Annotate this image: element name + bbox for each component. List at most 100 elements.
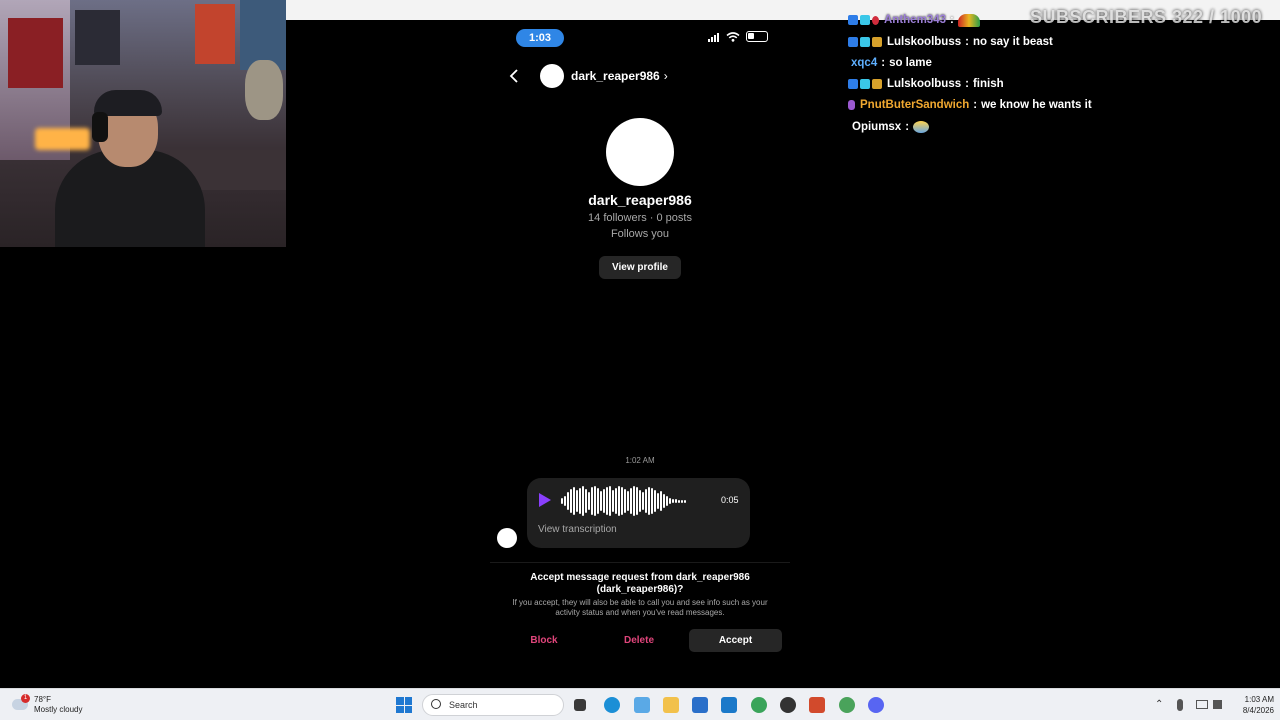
crown-badge-icon — [872, 79, 882, 89]
prime-badge-icon — [860, 37, 870, 47]
waveform-bar — [624, 489, 626, 513]
waveform-bar — [645, 489, 647, 513]
divider — [490, 562, 790, 563]
photos-icon[interactable] — [634, 697, 650, 713]
subscriber-goal: SUBSCRIBERS 322 / 1000 — [1030, 7, 1263, 27]
edge-icon[interactable] — [604, 697, 620, 713]
app-icon[interactable] — [809, 697, 825, 713]
webcam-poster — [8, 18, 63, 88]
waveform-bar — [675, 499, 677, 503]
audio-waveform[interactable] — [561, 486, 711, 516]
waveform-bar — [591, 487, 593, 515]
system-clock[interactable]: 1:03 AM 8/4/2026 — [1224, 694, 1274, 716]
crown-badge-icon — [872, 37, 882, 47]
chat-message: Lulskoolbuss : finish — [848, 75, 1004, 93]
accept-button[interactable]: Accept — [689, 629, 782, 652]
waveform-bar — [585, 489, 587, 513]
profile-avatar[interactable] — [606, 118, 674, 186]
profile-name: dark_reaper986 — [588, 192, 692, 208]
volume-icon[interactable] — [1213, 700, 1222, 709]
waveform-bar — [570, 489, 572, 513]
status-time: 1:03 — [516, 29, 564, 47]
outlook-icon[interactable] — [721, 697, 737, 713]
waveform-bar — [648, 487, 650, 515]
waveform-bar — [606, 487, 608, 515]
voice-duration: 0:05 — [721, 495, 739, 505]
waveform-bar — [594, 486, 596, 516]
view-profile-button[interactable]: View profile — [599, 256, 681, 279]
back-button[interactable] — [500, 62, 528, 90]
chat-separator: : — [950, 14, 954, 26]
header-avatar[interactable] — [540, 64, 564, 88]
request-actions: Block Delete Accept — [490, 629, 790, 652]
header-username[interactable]: dark_reaper986 — [571, 69, 660, 83]
chat-message: PnutButerSandwich : we know he wants it — [848, 96, 1092, 114]
chat-separator: : — [973, 99, 978, 111]
chat-message: xqc4 : so lame — [848, 54, 932, 72]
status-icons — [708, 31, 768, 42]
sender-avatar — [497, 528, 517, 548]
windows-start-icon[interactable] — [396, 697, 412, 713]
waveform-bar — [630, 488, 632, 514]
waveform-bar — [612, 490, 614, 512]
waveform-bar — [618, 486, 620, 516]
taskbar-search[interactable]: Search — [422, 694, 564, 716]
chrome-profile-icon[interactable] — [839, 697, 855, 713]
network-icon[interactable] — [1196, 700, 1208, 709]
discord-icon[interactable] — [868, 697, 884, 713]
waveform-bar — [609, 486, 611, 516]
chat-username: xqc4 — [851, 57, 878, 69]
obs-icon[interactable] — [780, 697, 796, 713]
sub-badge-icon — [872, 15, 879, 25]
webcam-mask — [245, 60, 283, 120]
chat-username: Lulskoolbuss — [887, 36, 962, 48]
phone-screen: 1:03 dark_reaper986 › dark_reaper986 14 … — [490, 20, 790, 688]
streamer-headphones — [92, 112, 108, 142]
waveform-bar — [666, 496, 668, 506]
clock-date: 8/4/2026 — [1242, 706, 1274, 715]
chat-separator: : — [965, 78, 969, 90]
waveform-bar — [600, 491, 602, 511]
stream-screen: 1:03 dark_reaper986 › dark_reaper986 14 … — [0, 0, 1280, 720]
chrome-icon[interactable] — [751, 697, 767, 713]
webcam-feed — [0, 0, 286, 247]
waveform-bar — [669, 498, 671, 504]
webcam-poster — [75, 10, 120, 65]
profile-stats: 14 followers · 0 posts — [588, 212, 692, 224]
waveform-bar — [573, 487, 575, 515]
weather-widget[interactable]: 1 78°F Mostly cloudy — [12, 693, 102, 717]
search-placeholder: Search — [449, 700, 478, 710]
waveform-bar — [615, 488, 617, 514]
emote-icon — [913, 121, 930, 133]
block-button[interactable]: Block — [512, 629, 576, 652]
waveform-bar — [633, 486, 635, 516]
chat-text: finish — [972, 78, 1004, 90]
store-icon[interactable] — [692, 697, 708, 713]
chat-message: Lulskoolbuss : no say it beast — [848, 33, 1053, 51]
chevron-right-icon[interactable]: › — [664, 69, 668, 83]
chat-username: Anthem343 — [884, 14, 946, 26]
delete-button[interactable]: Delete — [607, 629, 671, 652]
weather-temp: 78°F — [34, 695, 51, 704]
waveform-bar — [564, 496, 566, 506]
waveform-bar — [651, 488, 653, 514]
microphone-icon[interactable] — [1177, 699, 1183, 711]
chat-text: we know he wants it — [981, 99, 1092, 111]
waveform-bar — [636, 487, 638, 515]
waveform-bar — [567, 492, 569, 510]
chevron-up-icon[interactable]: ⌃ — [1155, 699, 1165, 711]
waveform-bar — [642, 492, 644, 510]
view-transcription-link[interactable]: View transcription — [538, 524, 617, 535]
waveform-bar — [654, 490, 656, 512]
waveform-bar — [657, 493, 659, 509]
waveform-bar — [597, 488, 599, 514]
task-view-icon[interactable] — [574, 699, 586, 711]
waveform-bar — [660, 491, 662, 511]
chat-text: no say it beast — [972, 36, 1053, 48]
play-icon[interactable] — [539, 493, 551, 507]
windows-taskbar: 1 78°F Mostly cloudy Search ⌃ 1:03 AM 8/… — [0, 688, 1280, 720]
waveform-bar — [639, 490, 641, 512]
chat-username: Opiumsx — [852, 121, 902, 133]
waveform-bar — [603, 489, 605, 513]
file-explorer-icon[interactable] — [663, 697, 679, 713]
